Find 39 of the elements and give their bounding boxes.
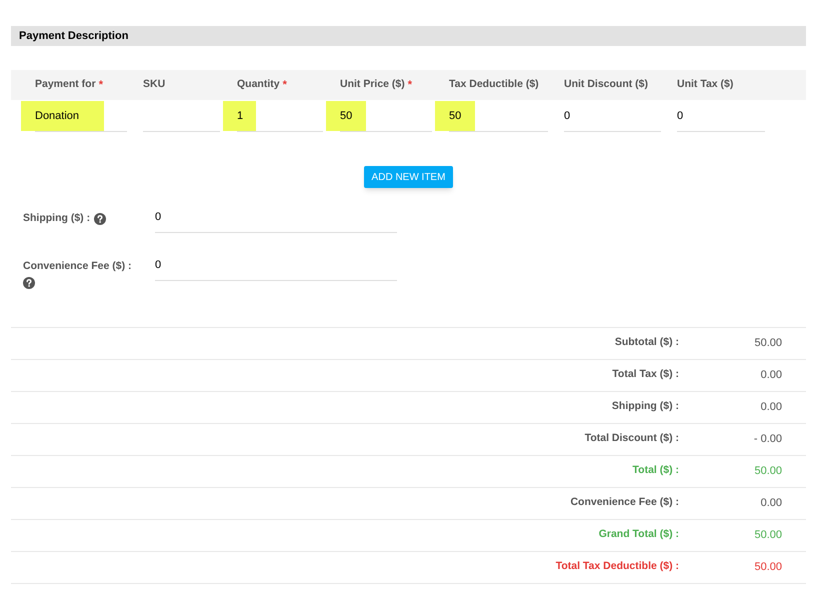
summary-value: - 0.00 <box>752 432 782 447</box>
required-marker: * <box>98 78 103 93</box>
summary-label: Subtotal ($) : <box>614 335 679 350</box>
summary-value: 50.00 <box>753 336 782 351</box>
column-header: Quantity <box>237 76 280 92</box>
column-header: SKU <box>143 77 166 92</box>
column-header: Payment for <box>35 76 96 92</box>
summary-label: Total ($) : <box>632 463 679 478</box>
summary-value: 50.00 <box>753 528 782 543</box>
help-icon[interactable] <box>23 276 35 289</box>
item-field[interactable]: 0 <box>564 100 661 132</box>
column-header: Unit Discount ($) <box>564 77 648 92</box>
column-header: Tax Deductible ($) <box>449 77 539 92</box>
summary-label: Convenience Fee ($) : <box>569 495 679 510</box>
summary-label: Shipping ($) : <box>610 399 679 414</box>
summary-label: Total Discount ($) : <box>584 431 679 446</box>
required-marker: * <box>408 78 412 93</box>
summary-value: 0.00 <box>760 496 782 511</box>
item-field[interactable]: 50 <box>449 100 548 132</box>
summary-label: Total Tax ($) : <box>611 367 679 382</box>
item-field[interactable]: 0 <box>677 100 765 132</box>
summary-label: Total Tax Deductible ($) : <box>554 559 679 574</box>
required-marker: * <box>282 78 287 93</box>
item-field[interactable]: Donation <box>35 100 127 132</box>
fee-field[interactable]: 0 <box>155 202 397 233</box>
summary-value: 0.00 <box>760 368 782 383</box>
fee-field[interactable]: 0 <box>155 250 397 281</box>
summary-value: 50.00 <box>753 464 782 479</box>
help-icon[interactable] <box>94 212 106 225</box>
fee-label: Shipping ($) : <box>23 211 90 226</box>
summary-label: Grand Total ($) : <box>598 527 679 542</box>
summary-value: 50.00 <box>753 560 782 575</box>
fee-label: Convenience Fee ($) : <box>23 259 132 274</box>
summary-value: 0.00 <box>760 400 782 415</box>
column-header: Unit Tax ($) <box>677 77 734 92</box>
section-title: Payment Description <box>19 28 128 44</box>
column-header: Unit Price ($) <box>340 76 405 92</box>
item-field[interactable]: 50 <box>340 100 432 132</box>
item-field[interactable]: 1 <box>237 100 323 132</box>
